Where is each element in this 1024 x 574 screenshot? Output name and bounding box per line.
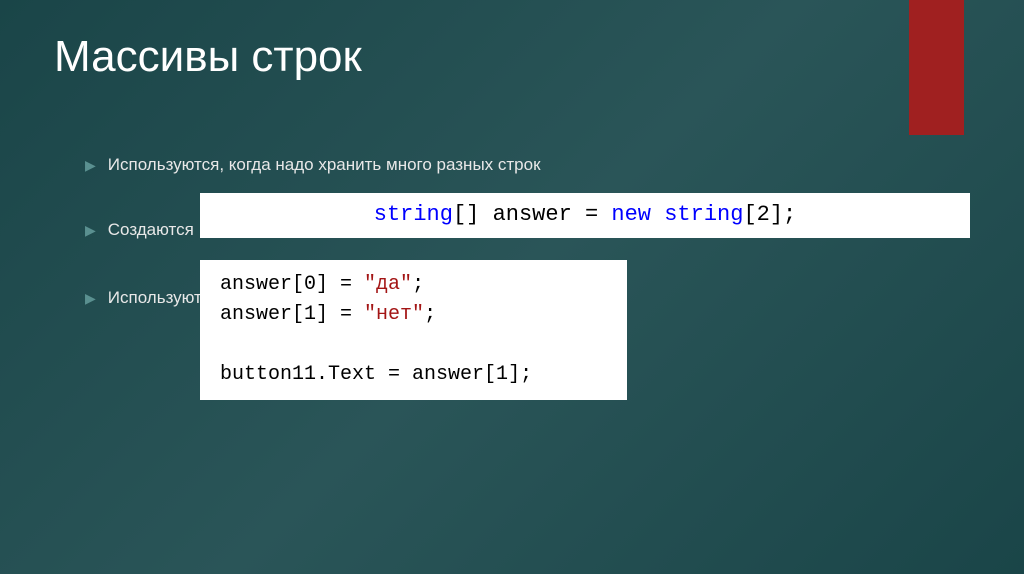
code-block-declaration: string[] answer = new string[2];: [200, 193, 970, 238]
bullet-1: ▶ Используются, когда надо хранить много…: [85, 155, 965, 175]
code-type: string: [374, 202, 453, 227]
code-blank-line: [220, 330, 607, 360]
code-string: "нет": [364, 303, 424, 326]
code-equals: =: [585, 202, 598, 227]
code-line-2: answer[1] = "нет";: [220, 300, 607, 330]
code-semi: ;: [412, 273, 424, 296]
code-keyword-new: new: [611, 202, 651, 227]
code-eq: =: [328, 303, 364, 326]
code-val: answer[1]: [412, 363, 520, 386]
code-varname: answer: [493, 202, 572, 227]
bullet-arrow-icon: ▶: [85, 157, 96, 174]
code-var: button11.Text: [220, 363, 376, 386]
code-var: answer[1]: [220, 303, 328, 326]
code-line-3: button11.Text = answer[1];: [220, 360, 607, 390]
code-brackets: []: [453, 202, 479, 227]
code-semi: ;: [783, 202, 796, 227]
slide-title: Массивы строк: [54, 32, 362, 82]
code-semi: ;: [520, 363, 532, 386]
code-block-usage: answer[0] = "да"; answer[1] = "нет"; but…: [200, 260, 627, 400]
code-semi: ;: [424, 303, 436, 326]
accent-bar: [909, 0, 964, 135]
code-size: [2]: [743, 202, 783, 227]
code-type-2: string: [664, 202, 743, 227]
code-line-1: answer[0] = "да";: [220, 270, 607, 300]
bullet-text-1: Используются, когда надо хранить много р…: [108, 155, 541, 175]
bullet-text-2: Создаются: [108, 220, 194, 240]
bullet-arrow-icon: ▶: [85, 290, 96, 307]
code-string: "да": [364, 273, 412, 296]
code-var: answer[0]: [220, 273, 328, 296]
bullet-arrow-icon: ▶: [85, 222, 96, 239]
code-eq: =: [328, 273, 364, 296]
code-eq: =: [376, 363, 412, 386]
